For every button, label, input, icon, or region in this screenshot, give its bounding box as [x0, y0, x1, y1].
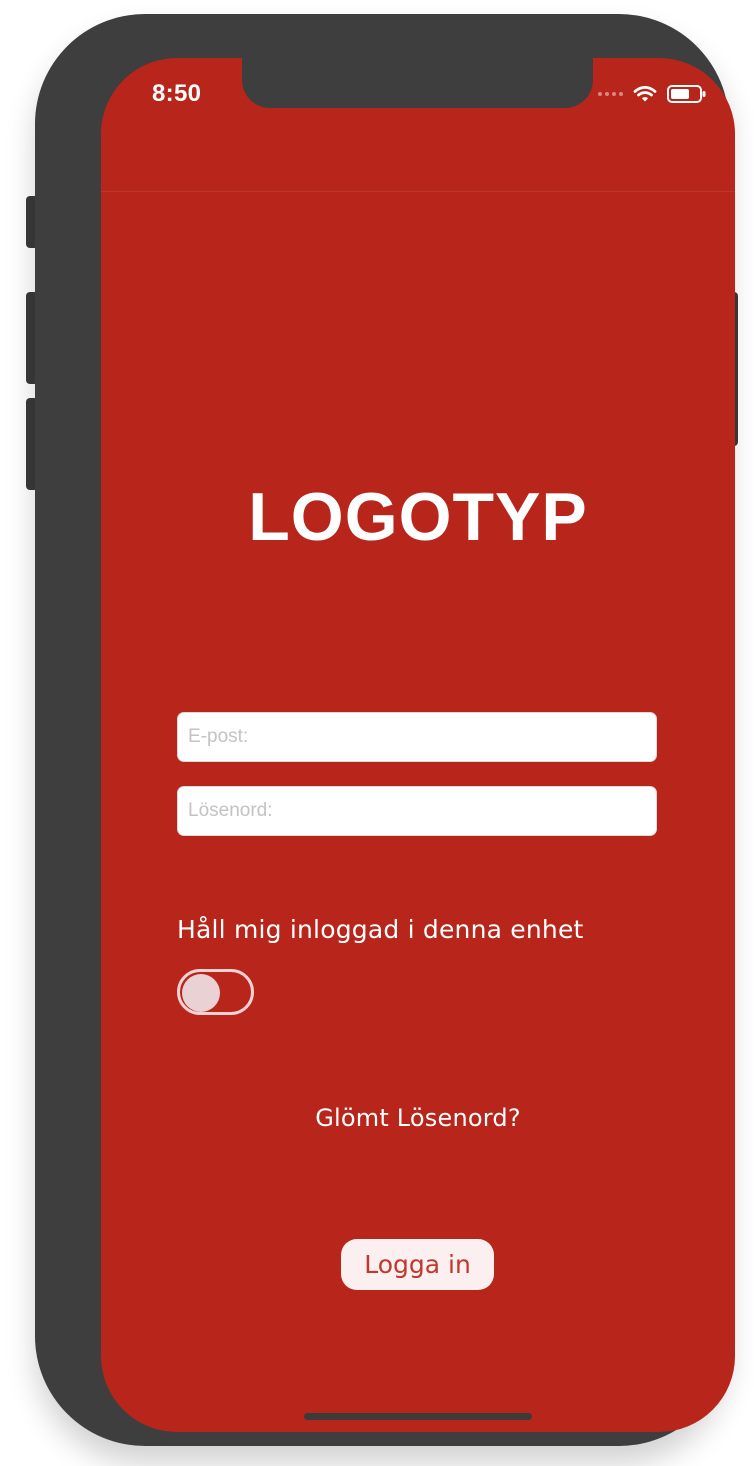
signal-icon [598, 92, 623, 96]
device-notch [242, 58, 593, 108]
email-input[interactable] [177, 712, 657, 762]
nav-divider [101, 191, 735, 192]
battery-icon [667, 85, 707, 103]
wifi-icon [633, 85, 657, 103]
app-logo: LOGOTYP [248, 479, 588, 555]
status-icons [598, 85, 707, 103]
signal-dot-icon [605, 92, 609, 96]
app-screen: 8:50 LOGOTYP E-post: Håll mig inloggad i… [101, 58, 735, 1432]
signal-dot-icon [619, 92, 623, 96]
phone-frame: 8:50 LOGOTYP E-post: Håll mig inloggad i… [35, 14, 735, 1446]
toggle-knob [182, 974, 220, 1012]
password-input[interactable] [177, 786, 657, 836]
remember-toggle[interactable] [177, 969, 254, 1015]
signal-dot-icon [598, 92, 602, 96]
forgot-password-link[interactable]: Glömt Lösenord? [101, 1104, 735, 1132]
status-time: 8:50 [152, 80, 202, 107]
login-button[interactable]: Logga in [341, 1239, 494, 1290]
home-indicator [304, 1413, 532, 1420]
remember-label: Håll mig inloggad i denna enhet [177, 915, 584, 944]
signal-dot-icon [612, 92, 616, 96]
